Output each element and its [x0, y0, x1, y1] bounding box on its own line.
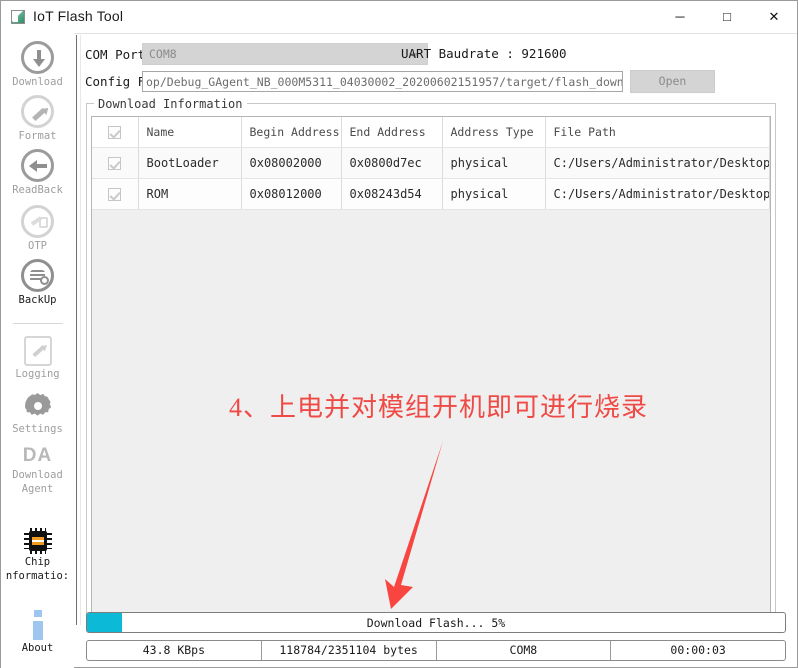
- close-icon: ✕: [751, 10, 797, 24]
- chip-core: [32, 537, 44, 545]
- sidebar-label-readback: ReadBack: [1, 184, 74, 196]
- status-bar: 43.8 KBps 118784/2351104 bytes COM8 00:0…: [86, 640, 786, 661]
- sidebar-divider: [13, 323, 63, 324]
- row-address-type: physical: [442, 148, 545, 179]
- row-checkbox-cell[interactable]: [92, 179, 138, 210]
- config-file-input[interactable]: op/Debug_GAgent_NB_000M5311_04030002_202…: [142, 71, 623, 92]
- table-header-end-address: End Address: [341, 117, 442, 148]
- com-port-select[interactable]: COM8: [142, 43, 428, 65]
- table-header-select-all[interactable]: [92, 117, 138, 148]
- row-end-address: 0x0800d7ec: [341, 148, 442, 179]
- row-address-type: physical: [442, 179, 545, 210]
- sidebar-item-settings[interactable]: Settings: [1, 391, 74, 435]
- sidebar-label-download-agent-1: Download: [1, 469, 74, 481]
- select-all-checkbox[interactable]: [108, 126, 121, 139]
- row-name: ROM: [138, 179, 241, 210]
- chip-legs-left: [24, 533, 29, 549]
- annotation-text: 4、上电并对模组开机即可进行烧录: [229, 387, 648, 424]
- sidebar-item-backup[interactable]: BackUp: [1, 259, 74, 306]
- status-speed: 43.8 KBps: [87, 641, 262, 660]
- otp-lock-circle-icon: [21, 205, 54, 238]
- download-circle-icon: [21, 41, 54, 74]
- sidebar-item-otp[interactable]: OTP: [1, 205, 74, 252]
- table-row[interactable]: BootLoader 0x08002000 0x0800d7ec physica…: [92, 148, 770, 179]
- sidebar-label-backup: BackUp: [1, 294, 74, 306]
- download-information-table: Name Begin Address End Address Address T…: [92, 117, 770, 210]
- minimize-button[interactable]: ─: [657, 1, 703, 32]
- com-port-label: COM Port: [85, 47, 145, 62]
- row-file-path: C:/Users/Administrator/Desktop/Deb...: [545, 148, 770, 179]
- row-name: BootLoader: [138, 148, 241, 179]
- sidebar-item-logging[interactable]: Logging: [1, 336, 74, 380]
- row-checkbox-cell[interactable]: [92, 148, 138, 179]
- uart-baudrate-label: UART Baudrate : 921600: [401, 46, 567, 61]
- maximize-icon: □: [704, 10, 750, 24]
- row-begin-address: 0x08012000: [241, 179, 341, 210]
- sidebar-label-download: Download: [1, 76, 74, 88]
- sidebar-item-format[interactable]: Format: [1, 95, 74, 142]
- sidebar: Download Format ReadBack OTP BackUp Logg…: [1, 33, 74, 668]
- sidebar-label-about: About: [1, 642, 74, 654]
- sidebar-label-download-agent-2: Agent: [1, 483, 74, 495]
- com-port-value: COM8: [149, 47, 177, 61]
- table-header-address-type: Address Type: [442, 117, 545, 148]
- status-elapsed: 00:00:03: [611, 641, 785, 660]
- row-file-path: C:/Users/Administrator/Desktop/Deb...: [545, 179, 770, 210]
- close-button[interactable]: ✕: [751, 1, 797, 32]
- info-icon: [25, 610, 51, 640]
- annotation-arrow-icon: [361, 439, 461, 614]
- sidebar-item-download-agent[interactable]: DA Download Agent: [1, 445, 74, 495]
- sidebar-label-chip-2: nformatio:: [1, 570, 74, 582]
- download-information-title: Download Information: [94, 97, 247, 111]
- logging-note-icon: [24, 336, 52, 366]
- iot-flash-tool-window: IoT Flash Tool ─ □ ✕ Download Format Rea…: [0, 0, 798, 668]
- table-header-file-path: File Path: [545, 117, 770, 148]
- minimize-icon: ─: [657, 10, 703, 24]
- sidebar-label-settings: Settings: [1, 423, 74, 435]
- status-bytes: 118784/2351104 bytes: [262, 641, 437, 660]
- sidebar-label-logging: Logging: [1, 368, 74, 380]
- backup-database-circle-icon: [21, 259, 54, 292]
- readback-arrow-circle-icon: [21, 149, 54, 182]
- sidebar-label-chip-1: Chip: [1, 556, 74, 568]
- status-port: COM8: [437, 641, 612, 660]
- chip-legs-right: [47, 533, 52, 549]
- row-checkbox[interactable]: [108, 157, 121, 170]
- table-header-row: Name Begin Address End Address Address T…: [92, 117, 770, 148]
- title-bar: IoT Flash Tool ─ □ ✕: [1, 1, 797, 34]
- config-file-value: op/Debug_GAgent_NB_000M5311_04030002_202…: [146, 75, 623, 89]
- row-end-address: 0x08243d54: [341, 179, 442, 210]
- table-header-begin-address: Begin Address: [241, 117, 341, 148]
- row-begin-address: 0x08002000: [241, 148, 341, 179]
- sidebar-item-readback[interactable]: ReadBack: [1, 149, 74, 196]
- open-button[interactable]: Open: [630, 70, 715, 93]
- window-title: IoT Flash Tool: [33, 8, 123, 24]
- sidebar-item-download[interactable]: Download: [1, 41, 74, 88]
- app-logo-icon: [11, 10, 25, 24]
- sidebar-item-about[interactable]: About: [1, 610, 74, 654]
- row-checkbox[interactable]: [108, 188, 121, 201]
- table-header-name: Name: [138, 117, 241, 148]
- format-pen-circle-icon: [21, 95, 54, 128]
- gear-icon: [23, 391, 53, 421]
- maximize-button[interactable]: □: [704, 1, 750, 32]
- sidebar-divider-vertical: [76, 35, 77, 625]
- sidebar-label-otp: OTP: [1, 240, 74, 252]
- chip-icon: [24, 528, 52, 554]
- sidebar-label-format: Format: [1, 130, 74, 142]
- sidebar-divider-vertical-light: [80, 35, 81, 625]
- table-row[interactable]: ROM 0x08012000 0x08243d54 physical C:/Us…: [92, 179, 770, 210]
- progress-bar: Download Flash... 5%: [86, 612, 786, 633]
- sidebar-item-chip-information[interactable]: Chip nformatio:: [1, 528, 74, 582]
- progress-bar-text: Download Flash... 5%: [87, 616, 785, 630]
- da-text-icon: DA: [1, 445, 74, 467]
